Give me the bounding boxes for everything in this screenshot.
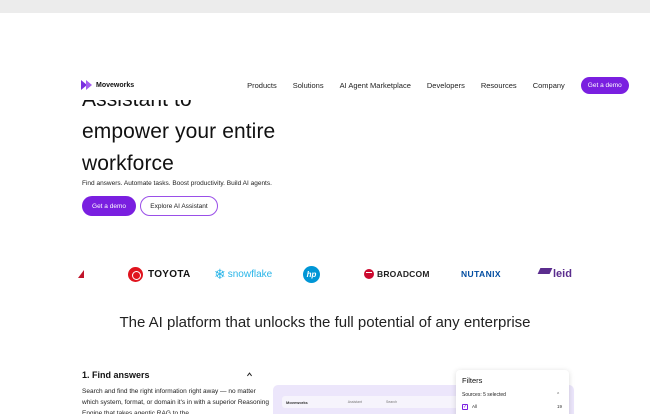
broadcom-emblem-icon <box>364 269 374 279</box>
customer-logos-strip: TOYOTA ❄ snowflake hp BROADCOM NUTANIX l… <box>0 262 650 286</box>
checkbox-icon: ✓ <box>462 403 468 410</box>
explore-ai-assistant-button[interactable]: Explore AI Assistant <box>140 196 218 216</box>
nav-menu: Products Solutions AI Agent Marketplace … <box>247 81 581 90</box>
hp-logo: hp <box>303 262 320 286</box>
snowflake-wordmark: snowflake <box>227 268 273 280</box>
nav-get-demo-button[interactable]: Get a demo <box>580 76 629 94</box>
partial-logo-icon <box>78 270 84 278</box>
hero-subtitle: Find answers. Automate tasks. Boost prod… <box>82 180 272 187</box>
filters-sources-label: Sources: 5 selected <box>462 392 506 398</box>
filters-title: Filters <box>462 376 483 385</box>
nav-item-company[interactable]: Company <box>533 81 565 90</box>
platform-tagline: The AI platform that unlocks the full po… <box>119 314 531 331</box>
nav-item-solutions[interactable]: Solutions <box>293 81 324 90</box>
filter-row-all: ✓ All 19 <box>462 402 562 411</box>
toyota-wordmark: TOYOTA <box>148 268 191 280</box>
chevron-up-icon: ⌃ <box>556 392 561 398</box>
hero-title-line-4: workforce <box>82 152 174 175</box>
preview-assistant-tab: Assistant <box>347 400 362 404</box>
broadcom-wordmark: BROADCOM <box>377 269 430 279</box>
nav-item-resources[interactable]: Resources <box>481 81 517 90</box>
accordion-title-find-answers[interactable]: 1. Find answers <box>82 370 150 380</box>
snowflake-icon: ❄ <box>214 265 226 282</box>
nav-item-products[interactable]: Products <box>247 81 277 90</box>
toyota-emblem-icon <box>128 266 143 282</box>
snowflake-logo: ❄ snowflake <box>214 262 272 286</box>
hero-title-line-3: empower your entire <box>82 120 276 143</box>
filter-row-count: 19 <box>556 404 562 409</box>
get-demo-button[interactable]: Get a demo <box>82 196 136 216</box>
partial-logo <box>78 262 84 286</box>
nutanix-logo: NUTANIX <box>461 262 501 286</box>
preview-search-field: Search <box>386 400 398 404</box>
toyota-logo: TOYOTA <box>128 262 191 286</box>
nav-item-ai-agent-marketplace[interactable]: AI Agent Marketplace <box>340 81 411 90</box>
brand-logo-link[interactable]: Moveworks <box>81 80 134 90</box>
filters-card: Filters Sources: 5 selected ⌃ ✓ All 19 <box>456 370 569 414</box>
brand-name: Moveworks <box>96 81 135 89</box>
main-navigation: Moveworks Products Solutions AI Agent Ma… <box>70 70 629 100</box>
nav-item-developers[interactable]: Developers <box>427 81 465 90</box>
moveworks-logo-icon <box>81 80 93 90</box>
leidos-logo: leid <box>537 262 572 286</box>
leidos-swoosh-icon <box>537 268 553 274</box>
leidos-wordmark: leid <box>553 268 572 280</box>
nutanix-wordmark: NUTANIX <box>461 269 501 279</box>
preview-brand: Moveworks <box>286 399 308 405</box>
browser-top-strip <box>0 0 650 13</box>
hp-logo-icon: hp <box>303 265 320 283</box>
chevron-up-icon[interactable] <box>246 371 253 378</box>
accordion-body: Search and find the right information ri… <box>82 388 269 414</box>
preview-header-bar: Moveworks Assistant Search <box>282 396 462 408</box>
broadcom-logo: BROADCOM <box>364 262 430 286</box>
filter-row-label: All <box>472 404 478 409</box>
